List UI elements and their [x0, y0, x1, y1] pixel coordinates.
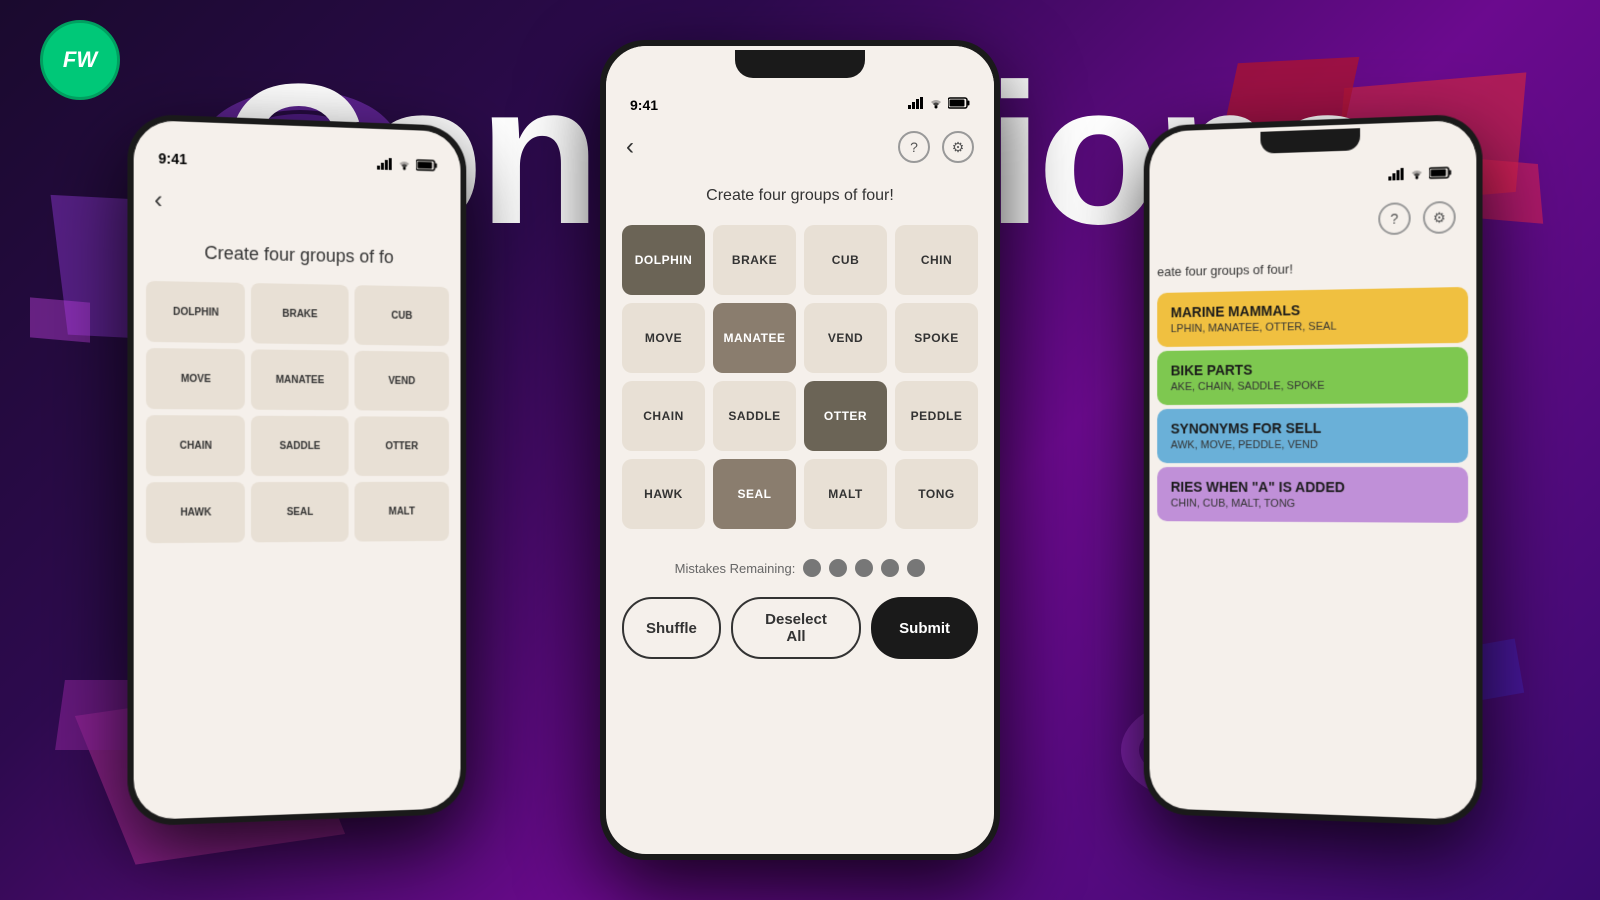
phone-left-status-icons [377, 157, 437, 177]
tile-manatee-center[interactable]: MANATEE [713, 303, 796, 373]
tile-otter-left[interactable]: OTTER [354, 416, 449, 476]
signal-icon-right [1388, 167, 1404, 186]
phone-right-nav-icons: ? ⚙ [1378, 201, 1455, 235]
shuffle-button[interactable]: Shuffle [622, 597, 721, 659]
tile-cub-center[interactable]: CUB [804, 225, 887, 295]
marine-mammals-words: LPHIN, MANATEE, OTTER, SEAL [1171, 319, 1454, 335]
phone-right-notch [1260, 128, 1360, 154]
phone-center-game-title: Create four groups of four! [606, 172, 994, 215]
tile-vend-left[interactable]: VEND [354, 351, 449, 411]
tile-chain-center[interactable]: CHAIN [622, 381, 705, 451]
buttons-row: Shuffle Deselect All Submit [606, 597, 994, 679]
tile-seal-center[interactable]: SEAL [713, 459, 796, 529]
phone-right-nav: ? ⚙ [1149, 191, 1476, 250]
tile-malt-left[interactable]: MALT [354, 482, 449, 542]
tile-tong-center[interactable]: TONG [895, 459, 978, 529]
phone-center-status: 9:41 [606, 78, 994, 122]
phone-center-status-icons [908, 96, 970, 114]
phone-center-screen: 9:41 ‹ ? ⚙ Create four groups of [606, 46, 994, 854]
phone-left: 9:41 ‹ Create four groups of fo D [127, 113, 466, 826]
signal-icon-center [908, 96, 924, 114]
category-ries-a-added: RIES WHEN "A" IS ADDED CHIN, CUB, MALT, … [1157, 467, 1468, 523]
notch-area [606, 46, 994, 78]
mistakes-label: Mistakes Remaining: [675, 561, 796, 576]
phone-center-nav: ‹ ? ⚙ [606, 122, 994, 172]
deselect-button[interactable]: Deselect All [731, 597, 861, 659]
tile-hawk-left[interactable]: HAWK [146, 482, 245, 543]
settings-icon-right[interactable]: ⚙ [1423, 201, 1456, 234]
settings-icon[interactable]: ⚙ [942, 131, 974, 163]
phone-left-time: 9:41 [158, 150, 187, 167]
battery-icon-center [948, 96, 970, 114]
tile-brake-center[interactable]: BRAKE [713, 225, 796, 295]
fw-logo: FW [40, 20, 120, 100]
phone-center-time: 9:41 [630, 97, 658, 113]
marine-mammals-title: MARINE MAMMALS [1171, 299, 1454, 320]
synonyms-sell-words: AWK, MOVE, PEDDLE, VEND [1171, 439, 1454, 452]
phone-right-categories: MARINE MAMMALS LPHIN, MANATEE, OTTER, SE… [1149, 287, 1476, 523]
category-synonyms-sell: SYNONYMS FOR SELL AWK, MOVE, PEDDLE, VEN… [1157, 407, 1468, 463]
category-marine-mammals: MARINE MAMMALS LPHIN, MANATEE, OTTER, SE… [1157, 287, 1468, 347]
wifi-icon [397, 157, 413, 175]
dot-5 [907, 559, 925, 577]
tile-spoke-center[interactable]: SPOKE [895, 303, 978, 373]
phone-left-nav: ‹ [134, 175, 461, 234]
tile-move-center[interactable]: MOVE [622, 303, 705, 373]
phone-right-status-icons [1388, 165, 1451, 185]
tile-otter-center[interactable]: OTTER [804, 381, 887, 451]
battery-icon [416, 158, 437, 176]
fw-logo-text: FW [63, 47, 97, 73]
phone-left-back-arrow[interactable]: ‹ [154, 187, 162, 216]
tile-peddle-center[interactable]: PEDDLE [895, 381, 978, 451]
synonyms-sell-title: SYNONYMS FOR SELL [1171, 419, 1454, 436]
dot-3 [855, 559, 873, 577]
tile-saddle-center[interactable]: SADDLE [713, 381, 796, 451]
help-icon[interactable]: ? [898, 131, 930, 163]
bike-parts-title: BIKE PARTS [1171, 359, 1454, 378]
tile-dolphin-left[interactable]: DOLPHIN [146, 281, 245, 343]
battery-icon-right [1429, 165, 1452, 184]
tile-saddle-left[interactable]: SADDLE [251, 416, 348, 476]
tile-brake-left[interactable]: BRAKE [251, 283, 348, 345]
dot-4 [881, 559, 899, 577]
ries-a-words: CHIN, CUB, MALT, TONG [1171, 498, 1454, 511]
tile-hawk-center[interactable]: HAWK [622, 459, 705, 529]
phone-right-screen: ? ⚙ eate four groups of four! MARINE MAM… [1149, 120, 1476, 821]
phone-center: 9:41 ‹ ? ⚙ Create four groups of [600, 40, 1000, 860]
phone-center-grid: DOLPHIN BRAKE CUB CHIN MOVE MANATEE VEND… [606, 215, 994, 539]
mistakes-row: Mistakes Remaining: [606, 539, 994, 597]
wifi-icon-right [1409, 166, 1425, 185]
deco-shape-5 [30, 297, 90, 342]
tile-cub-left[interactable]: CUB [354, 285, 449, 346]
phone-left-screen: 9:41 ‹ Create four groups of fo D [134, 120, 461, 821]
category-bike-parts: BIKE PARTS AKE, CHAIN, SADDLE, SPOKE [1157, 347, 1468, 405]
dot-1 [803, 559, 821, 577]
help-icon-right[interactable]: ? [1378, 202, 1410, 235]
tile-malt-center[interactable]: MALT [804, 459, 887, 529]
tile-chain-left[interactable]: CHAIN [146, 415, 245, 476]
tile-manatee-left[interactable]: MANATEE [251, 349, 348, 410]
tile-seal-left[interactable]: SEAL [251, 482, 348, 542]
ries-a-title: RIES WHEN "A" IS ADDED [1171, 479, 1454, 496]
wifi-icon-center [928, 96, 944, 114]
phone-right: ? ⚙ eate four groups of four! MARINE MAM… [1144, 113, 1483, 826]
phone-notch [735, 50, 865, 78]
tile-dolphin-center[interactable]: DOLPHIN [622, 225, 705, 295]
phone-center-nav-icons: ? ⚙ [898, 131, 974, 163]
bike-parts-words: AKE, CHAIN, SADDLE, SPOKE [1171, 379, 1454, 394]
phone-right-game-title: eate four groups of four! [1149, 242, 1476, 289]
phone-left-game-title: Create four groups of fo [134, 226, 461, 280]
phone-center-back-arrow[interactable]: ‹ [626, 133, 634, 161]
dot-2 [829, 559, 847, 577]
phone-left-grid: DOLPHIN BRAKE CUB MOVE MANATEE VEND CHAI… [134, 272, 461, 551]
tile-move-left[interactable]: MOVE [146, 348, 245, 410]
tile-vend-center[interactable]: VEND [804, 303, 887, 373]
signal-icon [377, 157, 393, 175]
tile-chin-center[interactable]: CHIN [895, 225, 978, 295]
submit-button[interactable]: Submit [871, 597, 978, 659]
